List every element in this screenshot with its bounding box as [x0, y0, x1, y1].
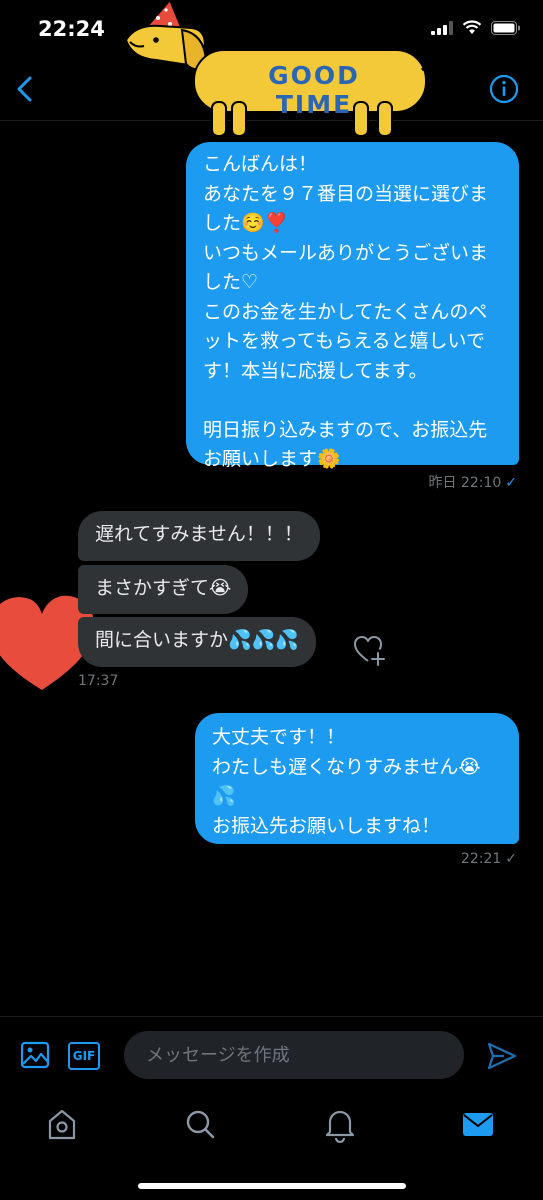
info-icon[interactable] [489, 74, 519, 104]
wifi-icon [462, 20, 482, 34]
image-icon[interactable] [20, 1040, 50, 1070]
message-timestamp: 昨日 22:10 ✓ [428, 472, 517, 492]
status-time: 22:24 [38, 17, 105, 41]
message-timestamp: 17:37 [78, 673, 119, 689]
gif-label: GIF [72, 1049, 96, 1063]
home-indicator [138, 1183, 406, 1189]
send-icon[interactable] [486, 1041, 518, 1071]
heart-plus-icon[interactable] [352, 632, 388, 668]
message-timestamp: 22:21 ✓ [461, 851, 517, 867]
home-icon[interactable] [42, 1104, 82, 1144]
received-message-bubble[interactable]: 遅れてすみません！！！ [78, 511, 320, 561]
message-composer: GIF [0, 1016, 543, 1095]
back-icon[interactable] [10, 72, 40, 106]
mail-icon[interactable] [458, 1104, 498, 1144]
sent-check-icon: ✓ [505, 851, 517, 867]
received-message-bubble[interactable]: まさかすぎて😭 [78, 565, 249, 614]
battery-icon [491, 20, 520, 35]
timestamp-text: 昨日 22:10 [428, 475, 502, 491]
received-message-bubble[interactable]: 間に合いますか💦💦💦 [78, 617, 316, 667]
gif-icon[interactable]: GIF [68, 1042, 100, 1070]
status-icons [431, 20, 521, 35]
message-input[interactable] [124, 1031, 464, 1079]
bell-icon[interactable] [320, 1104, 360, 1144]
sent-message-bubble[interactable]: 大丈夫です！！ わたしも遅くなりすみません😭💦 お振込先お願いしますね！ [195, 713, 519, 844]
signal-icon [431, 20, 453, 35]
sticker-text: GOOD TIME [268, 61, 360, 119]
search-icon[interactable] [180, 1104, 220, 1144]
read-check-icon: ✓ [505, 475, 517, 491]
timestamp-text: 22:21 [460, 851, 502, 867]
sent-message-bubble[interactable]: こんばんは！ あなたを９７番目の当選に選びました☺️❣️ いつもメールありがとう… [186, 142, 519, 470]
